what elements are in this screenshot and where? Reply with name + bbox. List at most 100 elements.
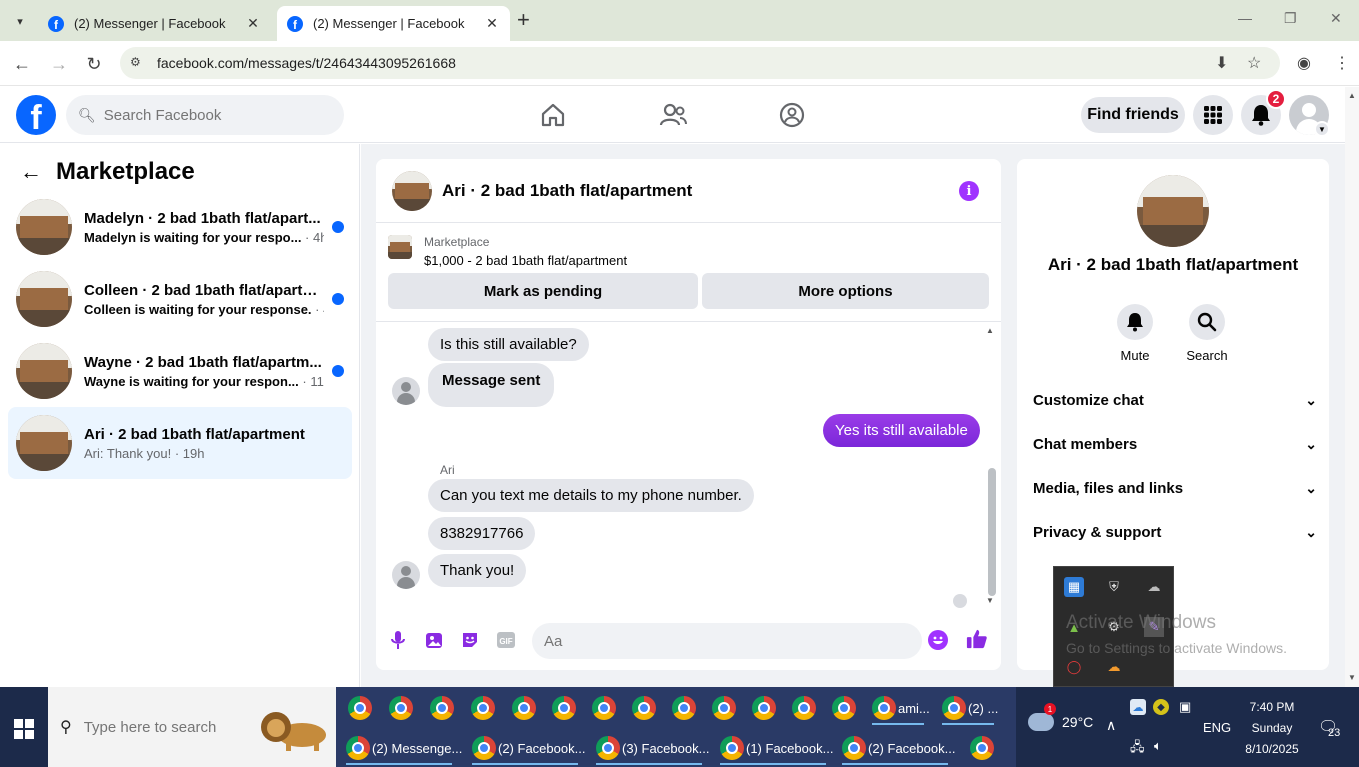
restore-icon[interactable]: ❐ [1284,10,1297,27]
find-friends-button[interactable]: Find friends [1081,97,1185,133]
show-hidden-icons-chevron-icon[interactable]: ∧ [1106,717,1116,734]
gif-icon[interactable]: GIF [495,629,517,651]
message-thread[interactable]: Is this still available? Message sent Ye… [376,321,1001,611]
microphone-icon[interactable] [387,629,409,651]
message-scrollbar[interactable] [988,468,996,596]
taskbar-window-facebook[interactable]: (2) ... [938,691,1004,725]
message-input[interactable] [532,623,922,659]
conversation-item-ari[interactable]: Ari · 2 bad 1bath flat/apartment Ari: Th… [8,407,352,479]
usb-device-tray-icon[interactable]: ⚙ [1104,617,1124,637]
facebook-search[interactable]: 🔍︎ [66,95,344,135]
customize-chat-row[interactable]: Customize chat ⌄ [1033,380,1317,420]
scroll-down-arrow-icon[interactable]: ▼ [986,596,994,605]
green-app-tray-icon[interactable]: ▲ [1064,617,1084,637]
cloud-sync-tray-icon[interactable]: ☁ [1104,657,1124,677]
browser-tab-2[interactable]: f (2) Messenger | Facebook ✕ [277,6,510,41]
taskbar-window-ami[interactable]: ami... [868,691,934,725]
message-text-field[interactable] [544,632,864,650]
chrome-icon[interactable] [832,696,856,720]
volume-icon[interactable]: 🔈︎ [1154,738,1162,754]
taskbar-window-facebook-2[interactable]: (2) Facebook... [468,731,588,765]
media-files-links-row[interactable]: Media, files and links ⌄ [1033,468,1317,508]
sticker-icon[interactable] [459,629,481,651]
clock[interactable]: 7:40 PM Sunday 8/10/2025 [1236,697,1308,760]
cloud-offline-tray-icon[interactable]: ☁ [1144,577,1164,597]
bookmark-star-icon[interactable]: ☆ [1247,53,1261,73]
tab-close-icon[interactable]: ✕ [245,15,261,32]
reload-icon[interactable]: ↻ [81,51,107,77]
chrome-icon[interactable] [970,736,994,760]
minimize-icon[interactable]: — [1238,10,1252,26]
taskbar-window-facebook-4[interactable]: (2) Facebook... [838,731,958,765]
home-icon[interactable] [533,97,573,133]
scroll-up-arrow-icon[interactable]: ▲ [1348,91,1356,100]
facebook-logo-icon[interactable]: f [16,95,56,135]
window-close-icon[interactable]: ✕ [1330,10,1342,27]
profile-icon[interactable]: ◉ [1297,53,1311,73]
language-indicator[interactable]: ENG [1203,720,1231,735]
conversation-item-wayne[interactable]: Wayne · 2 bad 1bath flat/apartm... Wayne… [8,335,352,407]
sender-avatar[interactable] [392,561,420,589]
page-scrollbar[interactable]: ▲ ▼ [1345,87,1359,687]
mark-as-pending-button[interactable]: Mark as pending [388,273,698,309]
chrome-icon[interactable] [471,696,495,720]
chrome-icon[interactable] [430,696,454,720]
url-text[interactable]: facebook.com/messages/t/2464344309526166… [157,55,456,71]
pen-tray-icon[interactable]: ✎ [1144,617,1164,637]
back-arrow-icon[interactable]: ← [20,159,42,185]
windows-start-icon[interactable] [14,719,34,739]
app-tray-icon[interactable]: ◆ [1153,699,1169,715]
site-info-icon[interactable]: ⚙ [130,55,146,71]
thumbs-up-icon[interactable] [966,628,988,650]
emoji-icon[interactable] [928,630,948,650]
facebook-search-input[interactable] [103,106,324,124]
friends-icon[interactable] [653,97,693,133]
network-icon[interactable]: 🖧 [1130,738,1145,760]
taskbar-search-input[interactable] [83,718,244,736]
taskbar-window-messenger[interactable]: (2) Messenge... [342,731,462,765]
privacy-support-row[interactable]: Privacy & support ⌄ [1033,512,1317,552]
chrome-icon[interactable] [792,696,816,720]
back-icon[interactable]: ← [9,51,35,77]
listing-summary[interactable]: Marketplace $1,000 - 2 bad 1bath flat/ap… [388,235,627,268]
chrome-icon[interactable] [752,696,776,720]
security-shield-tray-icon[interactable]: ⛨ [1104,577,1124,597]
search-action[interactable]: Search [1177,304,1237,363]
chrome-icon[interactable] [712,696,736,720]
photo-icon[interactable] [423,629,445,651]
chrome-icon[interactable] [672,696,696,720]
scroll-up-arrow-icon[interactable]: ▲ [986,326,994,335]
info-icon[interactable]: i [959,181,979,201]
tab-search-chevron-icon[interactable]: ▾ [8,9,32,33]
chrome-icon[interactable] [632,696,656,720]
install-app-icon[interactable]: ⬇ [1215,53,1228,73]
conversation-item-colleen[interactable]: Colleen · 2 bad 1bath flat/apartm... Col… [8,263,352,335]
chrome-icon[interactable] [348,696,372,720]
device-tray-icon[interactable]: ▣ [1179,699,1191,715]
address-bar[interactable]: ⚙ facebook.com/messages/t/24643443095261… [120,47,1280,79]
chrome-icon[interactable] [389,696,413,720]
onedrive-tray-icon[interactable]: ☁ [1130,699,1146,715]
forward-icon[interactable]: → [46,51,72,77]
network-app-tray-icon[interactable]: ▦ [1064,577,1084,597]
chrome-icon[interactable] [552,696,576,720]
taskbar-window-facebook-3[interactable]: (3) Facebook... [592,731,712,765]
chrome-icon[interactable] [512,696,536,720]
chat-members-row[interactable]: Chat members ⌄ [1033,424,1317,464]
mute-action[interactable]: Mute [1105,304,1165,363]
menu-grid-icon[interactable] [1193,95,1233,135]
listing-thumbnail[interactable] [392,170,432,211]
browser-menu-icon[interactable]: ⋮ [1334,53,1350,73]
chat-title[interactable]: Ari · 2 bad 1bath flat/apartment [442,181,692,201]
search-icon[interactable] [1189,304,1225,340]
chrome-icon[interactable] [592,696,616,720]
conversation-item-madelyn[interactable]: Madelyn · 2 bad 1bath flat/apart... Made… [8,191,352,263]
taskbar-window-facebook-1[interactable]: (1) Facebook... [716,731,836,765]
tab-close-icon[interactable]: ✕ [484,15,500,32]
weather-widget[interactable]: 1 29°C [1028,703,1093,731]
browser-tab-1[interactable]: f (2) Messenger | Facebook ✕ [38,6,271,41]
sender-avatar[interactable] [392,377,420,405]
more-options-button[interactable]: More options [702,273,989,309]
chevron-down-icon[interactable]: ▼ [1314,121,1330,137]
opera-tray-icon[interactable]: ◯ [1064,657,1084,677]
